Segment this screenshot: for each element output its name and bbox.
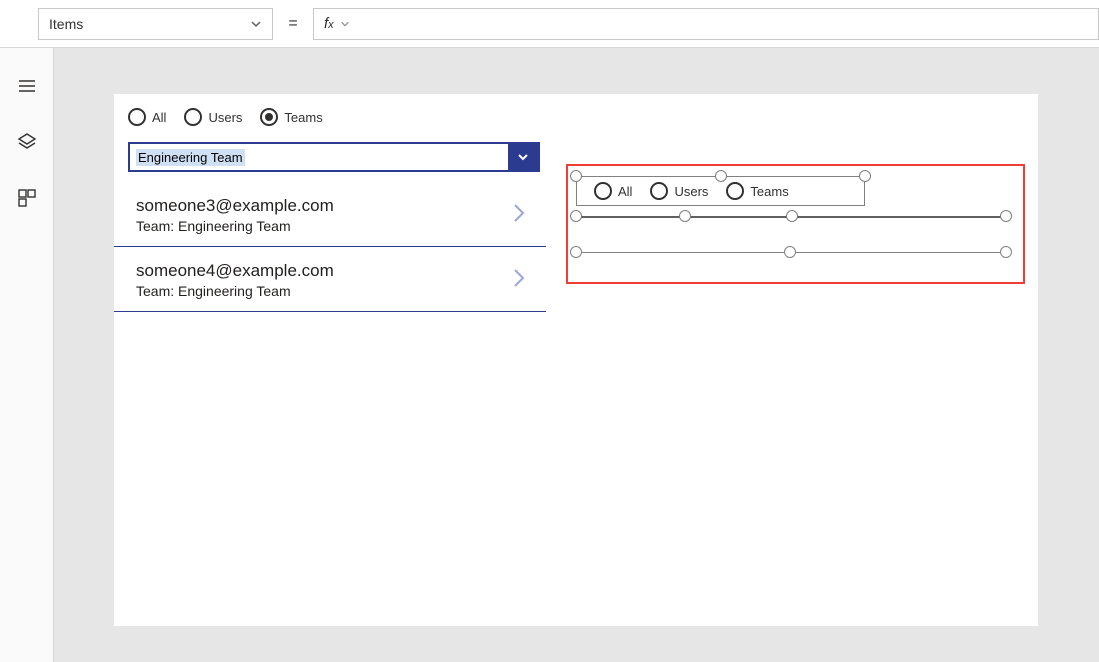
chevron-right-icon xyxy=(510,199,528,232)
list-item[interactable]: someone4@example.com Team: Engineering Te… xyxy=(114,247,546,312)
radio-circle-icon xyxy=(726,182,744,200)
filter-radio-group-left: All Users Teams xyxy=(128,108,323,126)
radio-label: All xyxy=(152,110,166,125)
list-item-primary: someone3@example.com xyxy=(136,196,334,216)
resize-handle[interactable] xyxy=(1000,246,1012,258)
fx-icon: fx xyxy=(324,15,334,32)
components-icon[interactable] xyxy=(17,188,37,208)
radio-all[interactable]: All xyxy=(594,182,632,200)
chevron-down-icon xyxy=(250,18,262,30)
property-selector-label: Items xyxy=(49,16,83,32)
app-screen[interactable]: All Users Teams Engineering Team someone3@… xyxy=(114,94,1038,626)
list-item-primary: someone4@example.com xyxy=(136,261,334,281)
resize-handle[interactable] xyxy=(859,170,871,182)
team-dropdown-button[interactable] xyxy=(508,144,538,170)
hamburger-icon[interactable] xyxy=(17,76,37,96)
radio-label: Users xyxy=(674,184,708,199)
radio-dot-icon xyxy=(265,113,273,121)
property-selector[interactable]: Items xyxy=(38,8,273,40)
canvas-area: All Users Teams Engineering Team someone3@… xyxy=(54,48,1099,662)
list-item-secondary: Team: Engineering Team xyxy=(136,218,334,234)
resize-handle[interactable] xyxy=(715,170,727,182)
equals-label: = xyxy=(273,15,313,33)
radio-label: Teams xyxy=(750,184,788,199)
filter-radio-group-right: All Users Teams xyxy=(594,182,789,200)
radio-label: Users xyxy=(208,110,242,125)
radio-label: All xyxy=(618,184,632,199)
radio-label: Teams xyxy=(284,110,322,125)
team-dropdown[interactable]: Engineering Team xyxy=(128,142,540,172)
resize-handle[interactable] xyxy=(784,246,796,258)
team-dropdown-text: Engineering Team xyxy=(130,150,508,165)
resize-handle[interactable] xyxy=(570,246,582,258)
formula-bar: Items = fx xyxy=(0,0,1099,48)
left-rail xyxy=(0,48,54,662)
radio-circle-icon xyxy=(650,182,668,200)
radio-circle-icon xyxy=(128,108,146,126)
chevron-right-icon xyxy=(510,264,528,297)
radio-circle-icon xyxy=(184,108,202,126)
results-list: someone3@example.com Team: Engineering Te… xyxy=(114,182,546,312)
radio-teams[interactable]: Teams xyxy=(726,182,788,200)
resize-handle[interactable] xyxy=(570,210,582,222)
radio-users[interactable]: Users xyxy=(184,108,242,126)
radio-teams[interactable]: Teams xyxy=(260,108,322,126)
list-item[interactable]: someone3@example.com Team: Engineering Te… xyxy=(114,182,546,247)
list-item-text: someone4@example.com Team: Engineering Te… xyxy=(136,261,334,299)
layers-icon[interactable] xyxy=(17,132,37,152)
formula-input[interactable] xyxy=(375,8,1099,40)
list-item-secondary: Team: Engineering Team xyxy=(136,283,334,299)
resize-handle[interactable] xyxy=(570,170,582,182)
resize-handle[interactable] xyxy=(679,210,691,222)
resize-handle[interactable] xyxy=(786,210,798,222)
chevron-down-icon xyxy=(340,19,350,29)
radio-all[interactable]: All xyxy=(128,108,166,126)
radio-circle-icon xyxy=(594,182,612,200)
fx-box[interactable]: fx xyxy=(313,8,375,40)
list-item-text: someone3@example.com Team: Engineering Te… xyxy=(136,196,334,234)
resize-handle[interactable] xyxy=(1000,210,1012,222)
radio-users[interactable]: Users xyxy=(650,182,708,200)
radio-circle-icon xyxy=(260,108,278,126)
